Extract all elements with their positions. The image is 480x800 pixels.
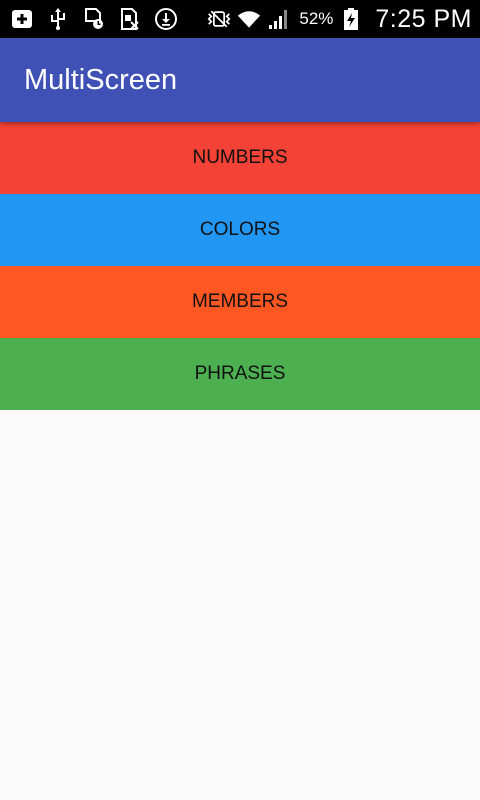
category-numbers[interactable]: NUMBERS [0,122,480,194]
signal-icon [267,7,291,31]
clock: 7:25 PM [375,4,472,33]
category-colors[interactable]: COLORS [0,194,480,266]
usb-icon [46,7,70,31]
wifi-icon [237,7,261,31]
status-bar-left [10,7,207,31]
battery-charging-icon [339,7,363,31]
status-bar: 52% 7:25 PM [0,0,480,38]
app-title: MultiScreen [24,63,178,96]
vibrate-mute-icon [207,7,231,31]
category-label: MEMBERS [191,291,289,312]
category-label: NUMBERS [192,147,288,168]
download-icon [154,7,178,31]
category-label: PHRASES [194,363,286,384]
status-bar-right: 52% 7:25 PM [207,5,472,34]
category-members[interactable]: MEMBERS [0,266,480,338]
add-notification-icon [10,7,34,31]
app-bar: MultiScreen [0,38,480,122]
sim-blocked-icon [118,7,142,31]
category-list: NUMBERS COLORS MEMBERS PHRASES [0,122,480,410]
sim-clock-icon [82,7,106,31]
category-label: COLORS [199,219,281,240]
battery-percent: 52% [299,9,334,28]
category-phrases[interactable]: PHRASES [0,338,480,410]
